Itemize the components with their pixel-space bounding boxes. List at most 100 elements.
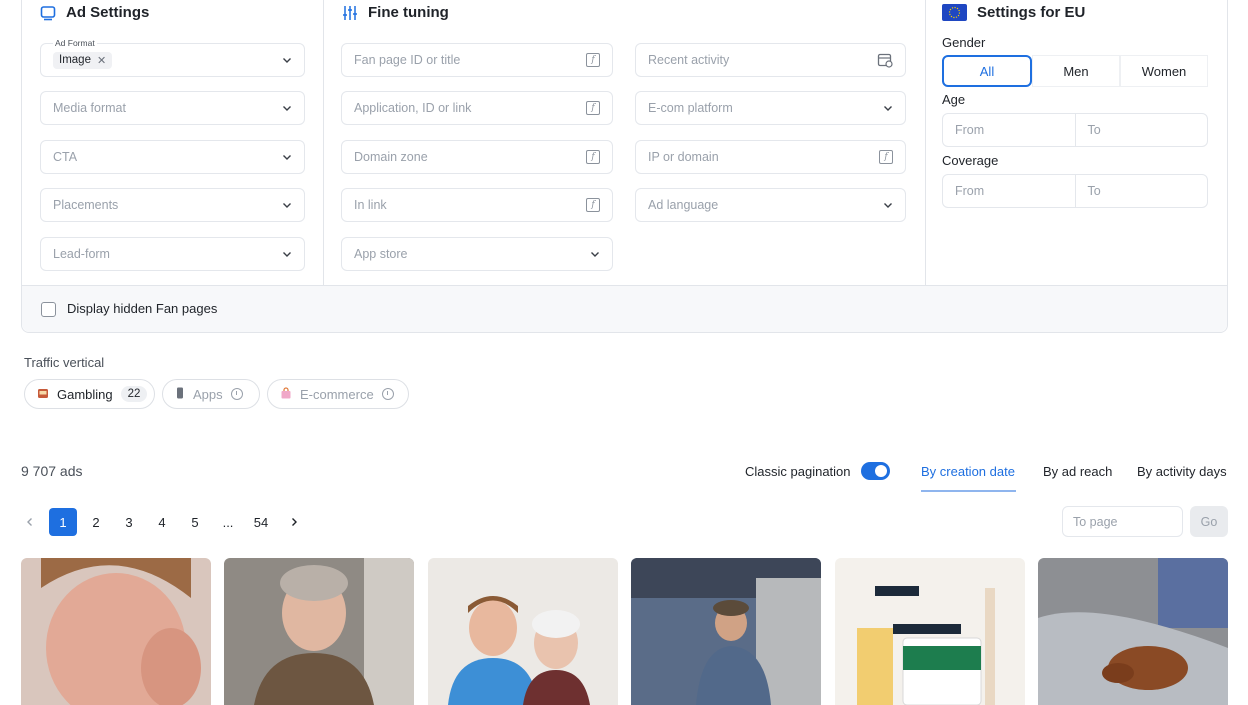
clock-icon <box>381 388 394 400</box>
classic-pagination-label: Classic pagination <box>745 464 851 479</box>
gender-option-all[interactable]: All <box>942 55 1032 87</box>
ad-thumbnail[interactable] <box>21 558 211 705</box>
ad-thumbnail[interactable] <box>835 558 1025 705</box>
gender-option-women[interactable]: Women <box>1120 55 1208 87</box>
function-icon[interactable]: f <box>586 150 600 164</box>
monitor-icon <box>40 5 56 21</box>
application-placeholder: Application, ID or link <box>354 101 472 115</box>
page-button[interactable]: 4 <box>148 508 176 536</box>
age-range: From To <box>942 113 1208 147</box>
gender-option-men[interactable]: Men <box>1032 55 1120 87</box>
traffic-vertical-label: Traffic vertical <box>24 355 105 370</box>
cta-select[interactable]: CTA <box>40 140 305 174</box>
page-button[interactable]: 2 <box>82 508 110 536</box>
classic-pagination-toggle[interactable] <box>861 462 890 480</box>
recent-activity-input[interactable]: Recent activity <box>635 43 906 77</box>
sort-by-creation-date[interactable]: By creation date <box>921 464 1015 479</box>
app-store-select[interactable]: App store <box>341 237 613 271</box>
function-icon[interactable]: f <box>879 150 893 164</box>
in-link-input[interactable]: In link f <box>341 188 613 222</box>
ad-thumbnail[interactable] <box>1038 558 1228 705</box>
page-ellipsis: ... <box>222 514 234 530</box>
vertical-ecommerce-label: E-commerce <box>300 386 374 402</box>
ad-format-value: Image <box>59 54 91 66</box>
collagen-product-image <box>835 558 1025 705</box>
ad-format-label: Ad Format <box>53 38 97 48</box>
gender-label: Gender <box>942 35 986 50</box>
ecom-platform-placeholder: E-com platform <box>648 101 733 115</box>
ad-language-select[interactable]: Ad language <box>635 188 906 222</box>
ad-language-placeholder: Ad language <box>648 198 719 212</box>
fan-page-placeholder: Fan page ID or title <box>354 53 461 67</box>
dog-on-blanket-image <box>1038 558 1228 705</box>
ip-domain-input[interactable]: IP or domain f <box>635 140 906 174</box>
function-icon[interactable]: f <box>586 198 600 212</box>
lead-form-placeholder: Lead-form <box>53 247 110 261</box>
domain-zone-input[interactable]: Domain zone f <box>341 140 613 174</box>
page-button[interactable]: 3 <box>115 508 143 536</box>
vertical-ecommerce[interactable]: E-commerce <box>267 379 409 409</box>
eu-flag-icon <box>942 4 967 21</box>
age-from-input[interactable]: From <box>943 114 1075 146</box>
gender-segmented-control: All Men Women <box>942 55 1208 87</box>
age-label: Age <box>942 92 966 107</box>
column-divider <box>323 0 324 285</box>
ad-settings-title-text: Ad Settings <box>66 4 150 21</box>
page-button[interactable]: 1 <box>49 508 77 536</box>
sort-by-activity-days[interactable]: By activity days <box>1137 464 1227 479</box>
ad-thumbnail[interactable] <box>631 558 821 705</box>
application-input[interactable]: Application, ID or link f <box>341 91 613 125</box>
coverage-from-input[interactable]: From <box>943 175 1075 207</box>
ad-thumbnail[interactable] <box>224 558 414 705</box>
next-page-button[interactable] <box>280 508 308 536</box>
cta-placeholder: CTA <box>53 150 78 164</box>
vertical-apps[interactable]: Apps <box>162 379 260 409</box>
phone-icon <box>175 387 185 402</box>
page-button[interactable]: 5 <box>181 508 209 536</box>
placements-placeholder: Placements <box>53 198 119 212</box>
man-at-truck-image <box>631 558 821 705</box>
age-to-input[interactable]: To <box>1074 114 1208 146</box>
elderly-woman-image <box>224 558 414 705</box>
go-button[interactable]: Go <box>1190 506 1228 537</box>
to-page-input[interactable]: To page <box>1062 506 1183 537</box>
function-icon[interactable]: f <box>586 101 600 115</box>
vertical-gambling-count: 22 <box>120 386 148 402</box>
recent-activity-placeholder: Recent activity <box>648 53 730 67</box>
chevron-down-icon <box>884 106 892 111</box>
display-hidden-checkbox[interactable] <box>41 302 56 317</box>
media-format-select[interactable]: Media format <box>40 91 305 125</box>
results-count: 9 707 ads <box>21 463 83 479</box>
ad-format-select[interactable]: Ad Format Image ✕ <box>40 38 305 77</box>
display-hidden-label: Display hidden Fan pages <box>67 301 218 316</box>
fine-tuning-title-text: Fine tuning <box>368 4 449 21</box>
boy-and-grandmother-image <box>428 558 618 705</box>
eu-settings-title-text: Settings for EU <box>977 4 1086 21</box>
ad-format-tag: Image ✕ <box>53 51 113 69</box>
chevron-left-icon <box>27 518 32 526</box>
ip-domain-placeholder: IP or domain <box>648 150 719 164</box>
chevron-down-icon <box>283 203 291 208</box>
in-link-placeholder: In link <box>354 198 387 212</box>
vertical-apps-label: Apps <box>193 386 223 402</box>
fine-tuning-title: Fine tuning <box>342 4 449 21</box>
coverage-to-input[interactable]: To <box>1074 175 1208 207</box>
prev-page-button[interactable] <box>16 508 44 536</box>
vertical-gambling-label: Gambling <box>57 386 113 402</box>
ecom-platform-select[interactable]: E-com platform <box>635 91 906 125</box>
remove-tag-icon[interactable]: ✕ <box>97 54 106 67</box>
vertical-gambling[interactable]: Gambling 22 <box>24 379 155 409</box>
page-button[interactable]: 54 <box>247 508 275 536</box>
chevron-down-icon <box>884 203 892 208</box>
lead-form-select[interactable]: Lead-form <box>40 237 305 271</box>
eu-settings-title: Settings for EU <box>942 4 1085 21</box>
ad-thumbnail[interactable] <box>428 558 618 705</box>
placements-select[interactable]: Placements <box>40 188 305 222</box>
sliders-icon <box>342 5 358 21</box>
calendar-icon[interactable] <box>877 52 893 68</box>
fan-page-input[interactable]: Fan page ID or title f <box>341 43 613 77</box>
chevron-down-icon <box>283 155 291 160</box>
function-icon[interactable]: f <box>586 53 600 67</box>
slot-machine-icon <box>37 387 49 402</box>
sort-by-ad-reach[interactable]: By ad reach <box>1043 464 1112 479</box>
